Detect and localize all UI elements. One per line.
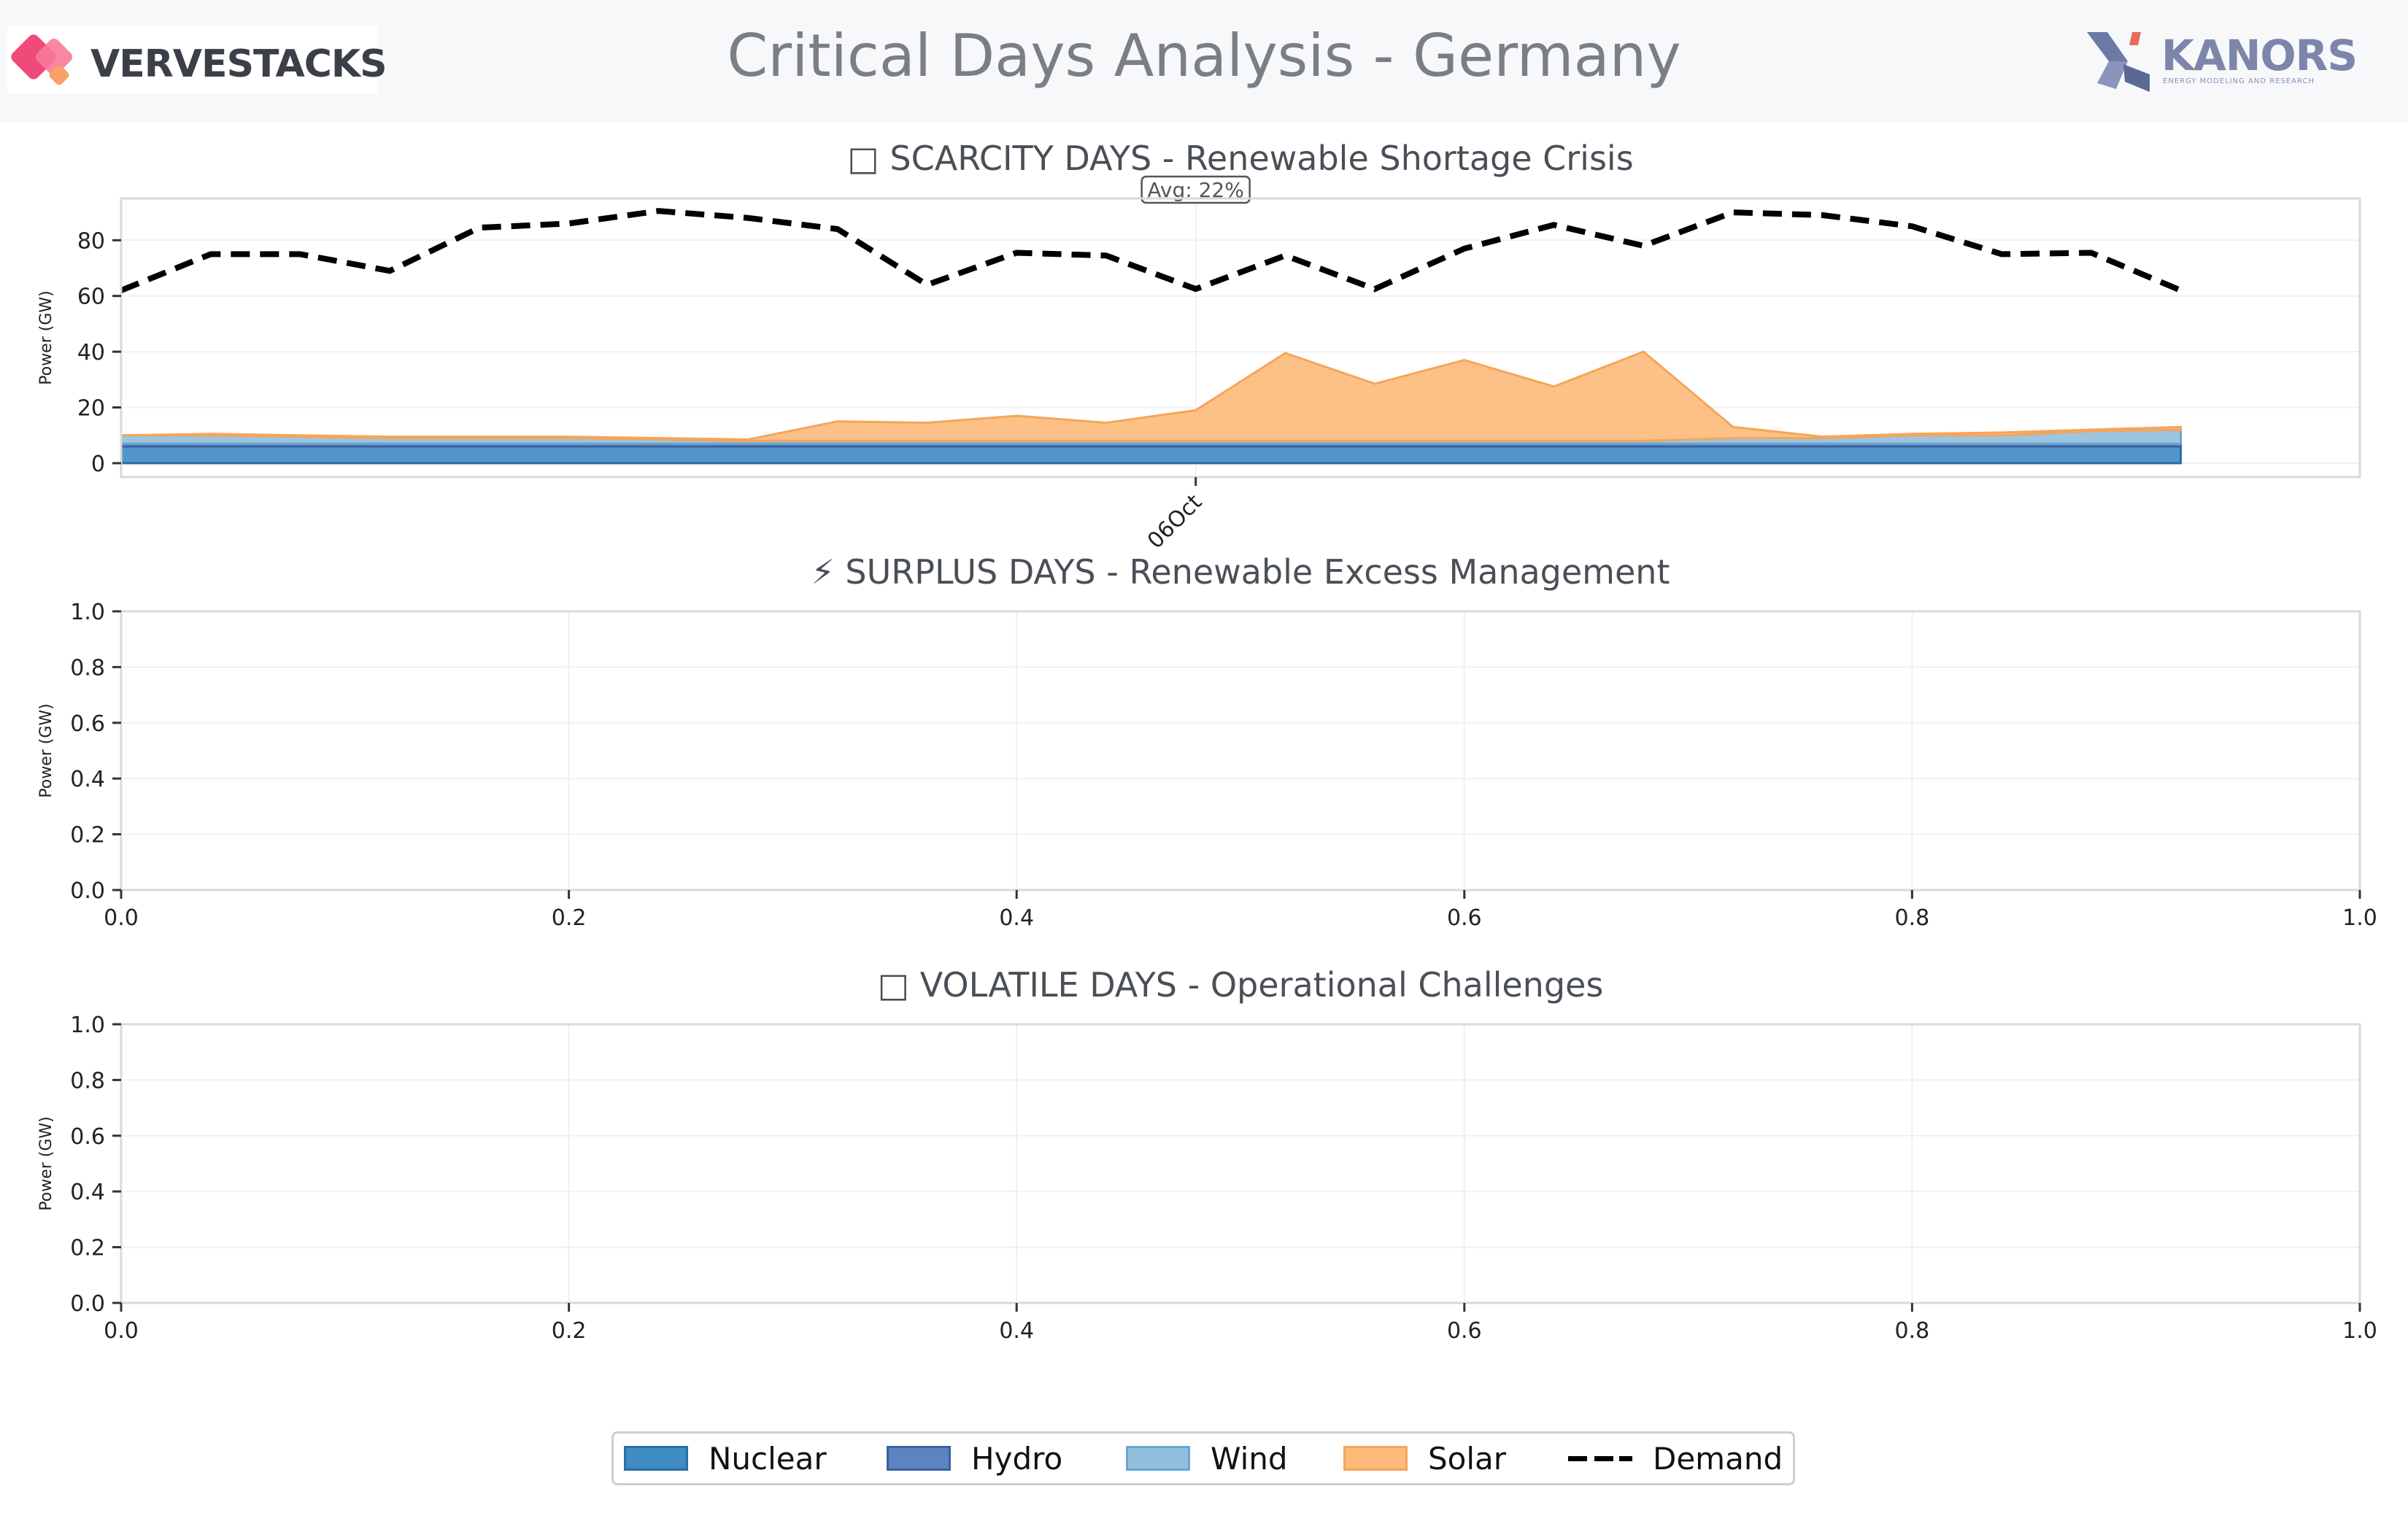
y-tick-label: 0.0 (70, 1291, 105, 1317)
y-tick-label: 0.8 (70, 1068, 105, 1094)
chart-title: □ VOLATILE DAYS - Operational Challenges (878, 965, 1604, 1005)
legend-item-solar: Solar (1343, 1434, 1506, 1483)
legend-swatch-demand (1568, 1446, 1632, 1471)
chart-title: ⚡ SURPLUS DAYS - Renewable Excess Manage… (811, 552, 1670, 592)
legend-label: Wind (1211, 1440, 1288, 1477)
legend-label: Hydro (971, 1440, 1063, 1477)
y-tick-label: 0.8 (70, 655, 105, 681)
legend-item-nuclear: Nuclear (624, 1434, 827, 1483)
y-tick-label: 1.0 (70, 1013, 105, 1038)
x-tick-label: 0.0 (104, 1318, 139, 1344)
y-axis-label: Power (GW) (37, 1116, 55, 1210)
y-tick-label: 0.2 (70, 1236, 105, 1261)
y-tick-label: 40 (77, 340, 105, 365)
x-tick-label: 0.4 (999, 905, 1034, 931)
area-series-nuclear (120, 445, 2183, 465)
y-tick-label: 20 (77, 396, 105, 422)
legend-item-demand: Demand (1568, 1434, 1783, 1483)
y-tick-label: 80 (77, 228, 105, 254)
legend-swatch-nuclear (624, 1446, 688, 1471)
chart-panel-1: □ SCARCITY DAYS - Renewable Shortage Cri… (37, 139, 2361, 554)
legend-label: Nuclear (709, 1440, 827, 1477)
chart-legend: Nuclear Hydro Wind Solar Demand (611, 1431, 1795, 1485)
charts-canvas: □ SCARCITY DAYS - Renewable Shortage Cri… (37, 139, 2377, 1344)
legend-swatch-solar (1343, 1446, 1408, 1471)
chart-title: □ SCARCITY DAYS - Renewable Shortage Cri… (847, 139, 1633, 178)
plot-frame (120, 1023, 2361, 1304)
x-tick-label: 1.0 (2342, 905, 2377, 931)
x-tick-label: 06Oct (1143, 490, 1208, 554)
y-axis-label: Power (GW) (37, 290, 55, 384)
y-tick-label: 0.6 (70, 1124, 105, 1150)
legend-item-hydro: Hydro (887, 1434, 1062, 1483)
chart-panel-3: □ VOLATILE DAYS - Operational Challenges… (37, 965, 2377, 1344)
x-tick-label: 0.6 (1447, 1318, 1482, 1344)
x-tick-label: 1.0 (2342, 1318, 2377, 1344)
x-tick-label: 0.2 (552, 1318, 587, 1344)
x-tick-label: 0.4 (999, 1318, 1034, 1344)
y-tick-label: 0.6 (70, 711, 105, 737)
legend-swatch-wind (1126, 1446, 1190, 1471)
y-tick-label: 0 (91, 452, 105, 477)
legend-label: Demand (1653, 1440, 1783, 1477)
legend-swatch-hydro (887, 1446, 951, 1471)
y-tick-label: 1.0 (70, 600, 105, 625)
chart-panel-2: ⚡ SURPLUS DAYS - Renewable Excess Manage… (37, 552, 2377, 931)
x-tick-label: 0.8 (1895, 905, 1930, 931)
x-tick-label: 0.6 (1447, 905, 1482, 931)
y-tick-label: 60 (77, 285, 105, 310)
y-tick-label: 0.4 (70, 1180, 105, 1205)
y-tick-label: 0.4 (70, 767, 105, 792)
legend-label: Solar (1428, 1440, 1507, 1477)
area-series-solar (120, 350, 2183, 442)
y-tick-label: 0.0 (70, 878, 105, 904)
plot-frame (120, 610, 2361, 891)
legend-item-wind: Wind (1126, 1434, 1288, 1483)
y-tick-label: 0.2 (70, 823, 105, 848)
x-tick-label: 0.2 (552, 905, 587, 931)
x-tick-label: 0.0 (104, 905, 139, 931)
x-tick-label: 0.8 (1895, 1318, 1930, 1344)
demand-line (120, 208, 2183, 293)
y-axis-label: Power (GW) (37, 703, 55, 797)
